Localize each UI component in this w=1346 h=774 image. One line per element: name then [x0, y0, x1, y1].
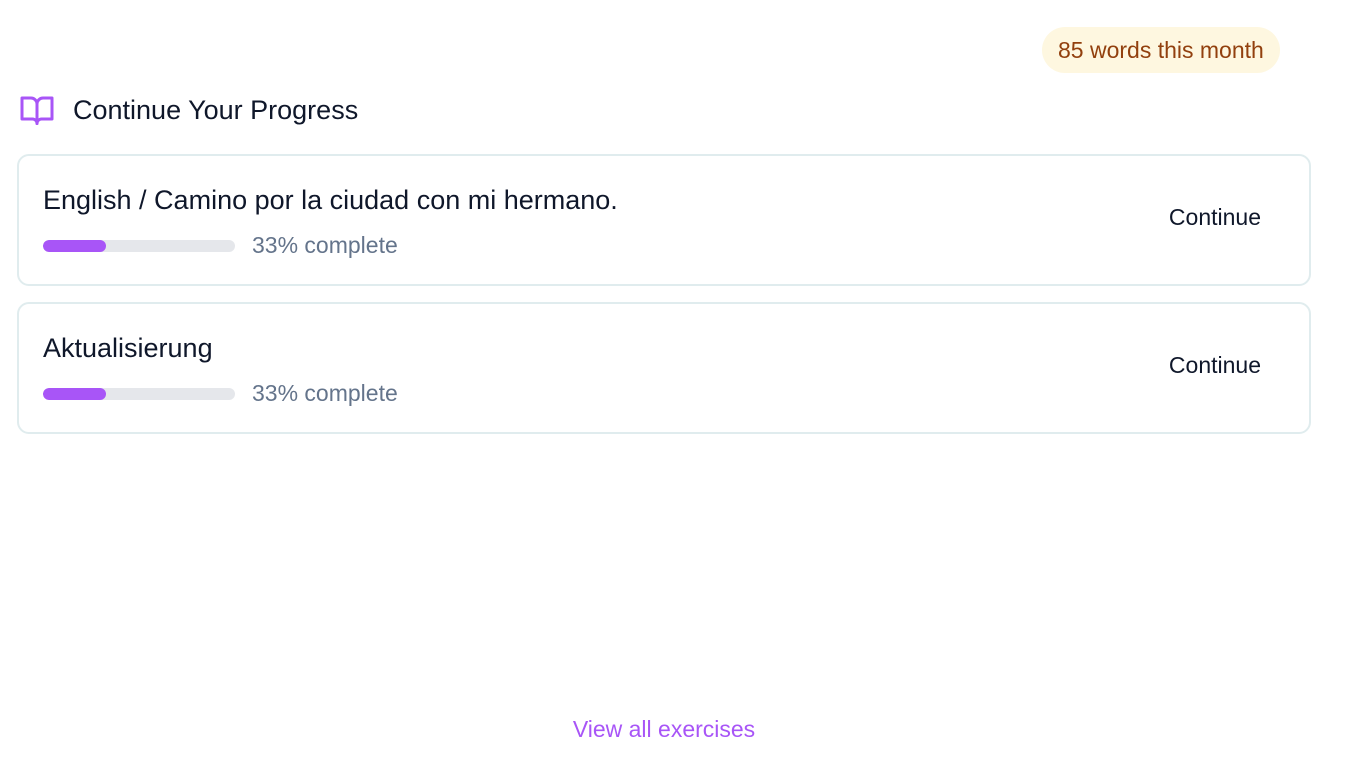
progress-label: 33% complete: [252, 380, 398, 406]
section-header: Continue Your Progress: [18, 90, 358, 130]
section-title: Continue Your Progress: [73, 94, 359, 125]
view-all-exercises-link[interactable]: View all exercises: [573, 716, 755, 742]
progress-fill: [43, 387, 107, 400]
continue-button[interactable]: Continue: [1169, 352, 1261, 379]
progress-row: 33% complete: [43, 232, 398, 259]
exercise-title: Aktualisierung: [43, 333, 213, 363]
continue-button[interactable]: Continue: [1169, 204, 1261, 231]
exercise-title: English / Camino por la ciudad con mi he…: [43, 185, 618, 215]
progress-bar: [43, 239, 235, 252]
exercise-list: English / Camino por la ciudad con mi he…: [17, 154, 1311, 450]
progress-row: 33% complete: [43, 380, 398, 407]
progress-page: 85 words this month Continue Your Progre…: [0, 0, 1346, 774]
progress-bar: [43, 387, 235, 400]
book-open-icon: [18, 91, 56, 129]
words-this-month-badge: 85 words this month: [1042, 27, 1280, 73]
exercise-card: Aktualisierung 33% complete Continue: [17, 302, 1311, 434]
view-all-container: View all exercises: [0, 716, 1328, 743]
progress-fill: [43, 239, 107, 252]
exercise-card: English / Camino por la ciudad con mi he…: [17, 154, 1311, 286]
progress-label: 33% complete: [252, 232, 398, 258]
